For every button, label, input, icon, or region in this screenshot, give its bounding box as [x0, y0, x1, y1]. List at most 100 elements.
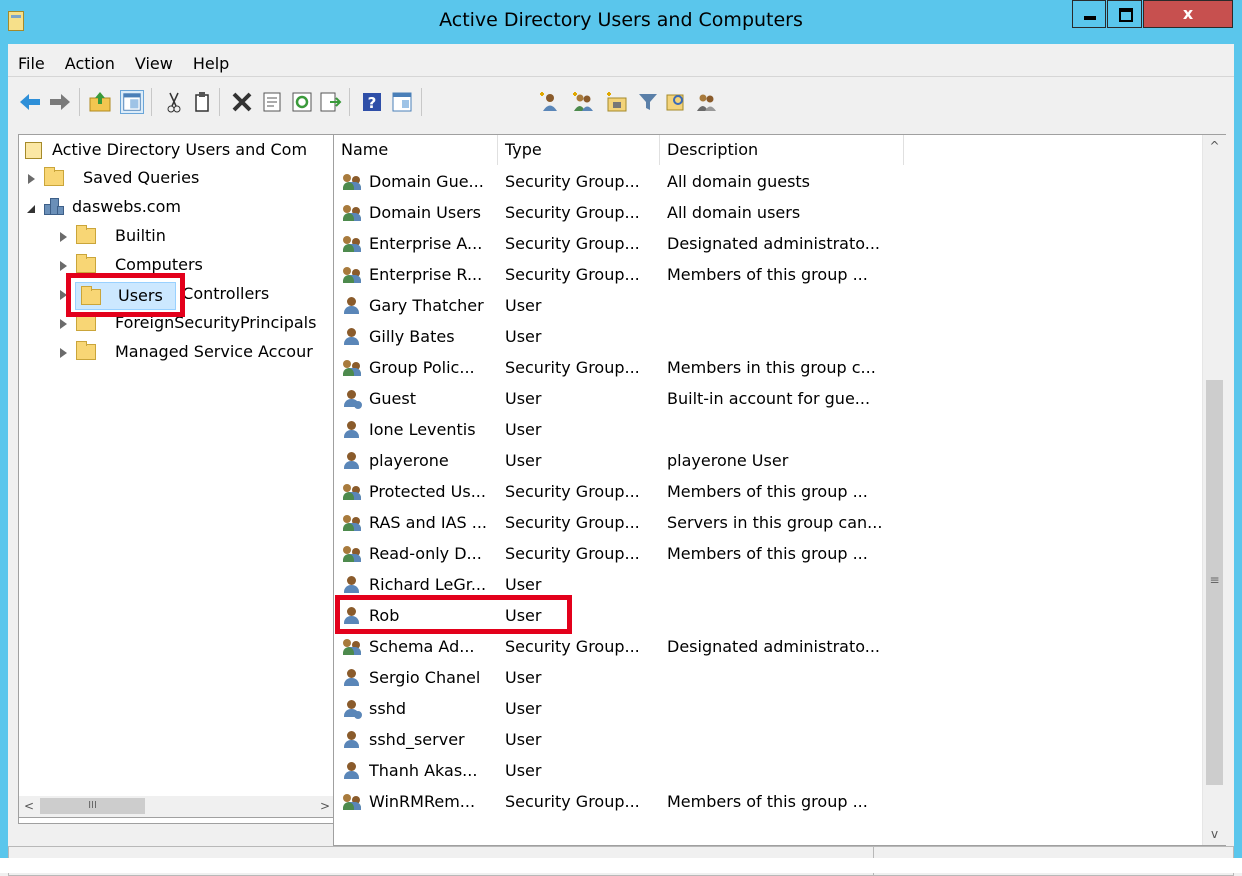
collapse-arrow-icon[interactable]: [27, 203, 37, 213]
new-group-icon[interactable]: [571, 90, 595, 114]
refresh-icon[interactable]: [290, 90, 314, 114]
list-item[interactable]: Thanh Akas... User: [334, 755, 1202, 786]
user-icon: [343, 390, 363, 410]
tree-horizontal-scrollbar[interactable]: < III >: [18, 796, 336, 818]
cell-type: Security Group...: [505, 544, 640, 563]
expand-arrow-icon[interactable]: [58, 261, 68, 271]
folder-icon: [76, 254, 96, 273]
export-list-icon[interactable]: [318, 90, 342, 114]
cell-name: Domain Gue...: [369, 172, 484, 191]
column-header-type[interactable]: Type: [498, 135, 660, 165]
tree-item-builtin[interactable]: Builtin: [19, 223, 335, 249]
disabled-badge-icon: [353, 710, 363, 720]
list-item[interactable]: RAS and IAS ... Security Group... Servers …: [334, 507, 1202, 538]
help-icon[interactable]: ?: [360, 90, 384, 114]
tree-item-label: daswebs.com: [72, 197, 181, 216]
cell-description: Members of this group ...: [667, 265, 868, 284]
folder-icon: [76, 312, 96, 331]
list-item[interactable]: sshd User: [334, 693, 1202, 724]
menu-action[interactable]: Action: [55, 48, 125, 76]
back-arrow-icon[interactable]: [18, 90, 42, 114]
scroll-thumb[interactable]: III: [40, 798, 145, 814]
column-header-name[interactable]: Name: [334, 135, 498, 165]
group-icon: [343, 359, 363, 377]
cell-type: Security Group...: [505, 358, 640, 377]
minimize-button[interactable]: [1072, 0, 1106, 28]
list-item[interactable]: Gilly Bates User: [334, 321, 1202, 352]
group-icon: [343, 173, 363, 191]
cell-name: Enterprise R...: [369, 265, 483, 284]
expand-arrow-icon[interactable]: [58, 319, 68, 329]
cell-name: Guest: [369, 389, 416, 408]
column-header-description[interactable]: Description: [660, 135, 904, 165]
toolbar: ?: [8, 76, 1234, 129]
find-icon[interactable]: [664, 90, 688, 114]
maximize-button[interactable]: [1107, 0, 1142, 28]
tree-item-saved-queries[interactable]: Saved Queries: [19, 165, 335, 191]
list-item[interactable]: WinRMRem... Security Group... Members of t…: [334, 786, 1202, 817]
tree-root[interactable]: Active Directory Users and Com: [19, 137, 335, 163]
list-item[interactable]: Guest User Built-in account for gue...: [334, 383, 1202, 414]
cell-description: playerone User: [667, 451, 789, 470]
forward-arrow-icon[interactable]: [48, 90, 72, 114]
list-item[interactable]: Enterprise A... Security Group... Designat…: [334, 228, 1202, 259]
list-item[interactable]: Ione Leventis User: [334, 414, 1202, 445]
expand-arrow-icon[interactable]: [58, 232, 68, 242]
cell-name: Schema Ad...: [369, 637, 475, 656]
cut-icon[interactable]: [162, 90, 186, 114]
toolbar-separator: [349, 88, 350, 116]
list-item[interactable]: Protected Us... Security Group... Members …: [334, 476, 1202, 507]
cell-description: Members of this group ...: [667, 482, 868, 501]
show-tree-icon[interactable]: [120, 90, 144, 114]
up-folder-icon[interactable]: [88, 90, 112, 114]
scroll-up-button[interactable]: ^: [1203, 135, 1226, 157]
console-tree[interactable]: Active Directory Users and Com Saved Que…: [18, 134, 336, 824]
status-bar: [8, 824, 1234, 876]
results-list[interactable]: Name Type Description Domain Gue... Secur…: [333, 134, 1226, 846]
filter-icon[interactable]: [636, 90, 660, 114]
list-item[interactable]: Enterprise R... Security Group... Members …: [334, 259, 1202, 290]
list-item[interactable]: Group Polic... Security Group... Members i…: [334, 352, 1202, 383]
group-icon: [343, 545, 363, 563]
tree-item-domain[interactable]: daswebs.com: [19, 194, 335, 220]
cell-description: Designated administrato...: [667, 637, 881, 656]
highlight-box-users: [66, 273, 185, 317]
scroll-left-button[interactable]: <: [19, 796, 39, 817]
user-icon: [343, 576, 363, 594]
copy-icon[interactable]: [190, 90, 214, 114]
cell-type: User: [505, 761, 542, 780]
expand-arrow-icon[interactable]: [58, 348, 68, 358]
list-item[interactable]: Schema Ad... Security Group... Designated …: [334, 631, 1202, 662]
new-ou-icon[interactable]: [605, 90, 629, 114]
cell-name: Enterprise A...: [369, 234, 483, 253]
list-item[interactable]: playerone User playerone User: [334, 445, 1202, 476]
list-item[interactable]: Domain Gue... Security Group... All domain…: [334, 166, 1202, 197]
add-to-group-icon[interactable]: [694, 90, 718, 114]
close-button[interactable]: x: [1143, 0, 1233, 28]
list-item[interactable]: sshd_server User: [334, 724, 1202, 755]
properties-icon[interactable]: [260, 90, 284, 114]
list-item[interactable]: Sergio Chanel User: [334, 662, 1202, 693]
list-item[interactable]: Gary Thatcher User: [334, 290, 1202, 321]
list-item[interactable]: Domain Users Security Group... All domain …: [334, 197, 1202, 228]
list-vertical-scrollbar[interactable]: ^ ≡ v: [1202, 135, 1226, 845]
cell-type: Security Group...: [505, 265, 640, 284]
menu-view[interactable]: View: [125, 48, 183, 76]
menu-file[interactable]: File: [8, 48, 55, 76]
expand-arrow-icon[interactable]: [26, 174, 36, 184]
cell-type: User: [505, 389, 542, 408]
list-item[interactable]: Read-only D... Security Group... Members o…: [334, 538, 1202, 569]
user-icon: [343, 452, 363, 470]
delete-icon[interactable]: [230, 90, 254, 114]
title-bar[interactable]: Active Directory Users and Computers x: [0, 0, 1242, 44]
cell-description: All domain guests: [667, 172, 811, 191]
scroll-thumb[interactable]: ≡: [1206, 380, 1223, 785]
console-tree-icon[interactable]: [390, 90, 414, 114]
user-icon: [343, 700, 363, 720]
cell-name: sshd_server: [369, 730, 465, 749]
cell-type: User: [505, 451, 542, 470]
new-user-icon[interactable]: [538, 90, 562, 114]
tree-item-managed-service-accounts[interactable]: Managed Service Accour: [19, 339, 335, 365]
menu-help[interactable]: Help: [183, 48, 239, 76]
scroll-right-button[interactable]: >: [315, 796, 335, 817]
